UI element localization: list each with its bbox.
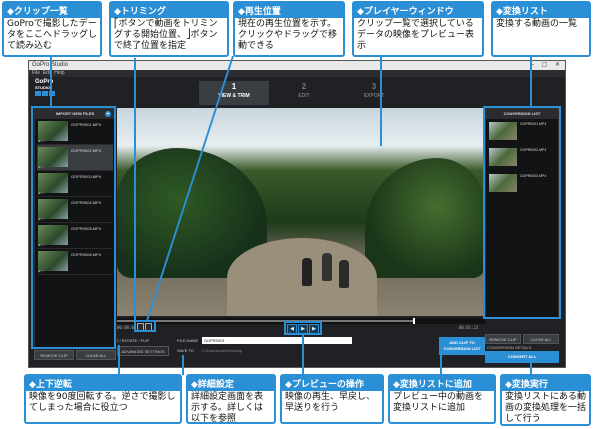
callout-run-convert: ◆変換実行 変換リストにある動画の変換処理を一括して行う — [500, 374, 591, 426]
save-to-label: SAVE TO — [177, 348, 194, 353]
step-tabs: 1 VIEW & TRIM 2 EDIT 3 EXPORT — [199, 81, 409, 105]
clip-settings-bar: ☐ ROTATE / FLIP ADVANCED SETTINGS FILE N… — [117, 337, 485, 357]
callout-flip: ◆上下逆転 映像を90度回転する。逆さで撮影してしまった場合に役立つ — [24, 374, 182, 424]
callout-clip-list: ◆クリップ一覧 GoProで撮影したデータをここへドラッグして読み込む — [2, 1, 102, 57]
tab-edit[interactable]: 2 EDIT — [269, 81, 339, 105]
callout-heading: ◆トリミング — [111, 3, 227, 18]
callout-body: 詳細設定画面を表示する。詳しくは以下を参照 — [191, 392, 264, 424]
highlight-conversion-list — [483, 106, 561, 319]
highlight-playback — [284, 321, 322, 335]
callout-body: プレビュー中の動画を変換リストに追加 — [393, 392, 484, 413]
tab-label: EDIT — [298, 93, 310, 99]
connector-line — [302, 335, 304, 375]
convert-all-button[interactable]: CONVERT ALL — [485, 351, 559, 363]
timeline-progress — [117, 320, 414, 322]
callout-trimming: ◆トリミング ⎡ボタンで動画をトリミングする開始位置、⎦ボタンで終了位置を指定 — [109, 1, 229, 57]
clear-all-button[interactable]: CLEAR ALL — [76, 350, 116, 360]
connector-line — [530, 56, 532, 106]
advanced-settings-button[interactable]: ADVANCED SETTINGS — [117, 346, 169, 356]
window-controls[interactable]: – ▢ ✕ — [531, 61, 563, 70]
menu-help[interactable]: Help — [54, 70, 64, 76]
add-clip-to-conversion-button[interactable]: ADD CLIP TO CONVERSION LIST — [439, 337, 485, 355]
callout-heading: ◆変換実行 — [502, 376, 589, 391]
connector-line — [380, 56, 382, 146]
remove-clip-button[interactable]: REMOVE CLIP — [34, 350, 74, 360]
save-to-path[interactable]: C:\Users\user\Desktop — [202, 348, 242, 353]
highlight-clip-list — [31, 106, 116, 349]
tab-number: 3 — [371, 82, 377, 91]
playhead-marker[interactable] — [413, 318, 415, 324]
callout-heading: ◆プレイヤーウィンドウ — [354, 3, 482, 18]
menu-bar: File Edit Help — [29, 70, 565, 77]
tab-label: VIEW & TRIM — [218, 93, 250, 99]
video-frame-person — [339, 260, 349, 288]
rotate-flip-label: ROTATE / FLIP — [121, 338, 150, 343]
window-titlebar: GoPro Studio – ▢ ✕ — [29, 61, 565, 70]
callout-body: 映像の再生、早戻し、早送りを行う — [285, 392, 376, 413]
connector-line — [50, 56, 52, 106]
callout-body: 映像を90度回転する。逆さで撮影してしまった場合に役立つ — [29, 392, 176, 413]
callout-body: 現在の再生位置を示す。クリックやドラッグで移動できる — [238, 19, 338, 51]
callout-convert-list: ◆変換リスト 変換する動画の一覧 — [491, 1, 591, 57]
clear-conversion-list-button[interactable]: CLEAR ALL — [523, 334, 559, 344]
tab-view-trim[interactable]: 1 VIEW & TRIM — [199, 81, 269, 105]
tab-number: 2 — [301, 82, 307, 91]
highlight-trim-buttons — [134, 320, 156, 332]
rotate-flip-toggle[interactable]: ☐ ROTATE / FLIP — [117, 338, 149, 343]
file-name-label: FILE NAME — [177, 338, 199, 343]
callout-heading: ◆再生位置 — [235, 3, 343, 18]
callout-advanced: ◆詳細設定 詳細設定画面を表示する。詳しくは以下を参照 — [186, 374, 276, 424]
connector-line — [440, 355, 442, 375]
callout-playhead: ◆再生位置 現在の再生位置を示す。クリックやドラッグで移動できる — [233, 1, 345, 57]
callout-body: ⎡ボタンで動画をトリミングする開始位置、⎦ボタンで終了位置を指定 — [114, 19, 218, 51]
timecode-total: 00:01:23 — [459, 325, 479, 330]
video-frame-person — [302, 258, 312, 286]
remove-conversion-clip-button[interactable]: REMOVE CLIP — [485, 334, 521, 344]
callout-heading: ◆変換リスト — [493, 3, 589, 18]
callout-heading: ◆変換リストに追加 — [390, 376, 494, 391]
connector-line — [118, 345, 120, 375]
callout-heading: ◆クリップ一覧 — [4, 3, 100, 18]
callout-body: 変換する動画の一覧 — [496, 19, 578, 29]
conversion-details-toggle[interactable]: CONVERSION DETAILS — [487, 345, 531, 350]
gopro-logo: GoPro STUDIO — [35, 79, 61, 97]
callout-body: GoProで撮影したデータをここへドラッグして読み込む — [7, 19, 98, 51]
callout-player-window: ◆プレイヤーウィンドウ クリップ一覧で選択しているデータの映像をプレビュー表示 — [352, 1, 484, 57]
callout-heading: ◆詳細設定 — [188, 376, 274, 391]
menu-file[interactable]: File — [32, 70, 40, 76]
callout-body: クリップ一覧で選択しているデータの映像をプレビュー表示 — [357, 19, 475, 51]
connector-line — [134, 58, 136, 320]
callout-preview-ops: ◆プレビューの操作 映像の再生、早戻し、早送りを行う — [280, 374, 384, 424]
import-buttons: REMOVE CLIP CLEAR ALL — [34, 350, 116, 362]
video-frame-trees-right — [365, 158, 485, 278]
callout-heading: ◆上下逆転 — [26, 376, 180, 391]
connector-line — [182, 355, 184, 375]
callout-add-to-list: ◆変換リストに追加 プレビュー中の動画を変換リストに追加 — [388, 374, 496, 424]
player-window[interactable] — [117, 108, 485, 316]
tab-export[interactable]: 3 EXPORT — [339, 81, 409, 105]
file-name-input[interactable]: GOPR0001 — [202, 337, 352, 344]
tab-number: 1 — [231, 82, 237, 91]
video-frame-person — [322, 253, 332, 281]
callout-body: 変換リストにある動画の変換処理を一括して行う — [505, 392, 587, 424]
callout-heading: ◆プレビューの操作 — [282, 376, 382, 391]
